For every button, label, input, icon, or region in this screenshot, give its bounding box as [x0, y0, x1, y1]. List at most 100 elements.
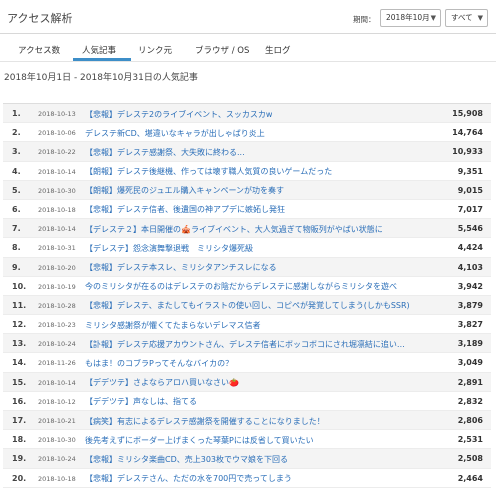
view-count: 3,827 [457, 320, 483, 330]
article-link[interactable]: ミリシタ感謝祭が懼くてたまらないデレマス信者 [85, 320, 261, 331]
view-count: 2,508 [457, 454, 483, 464]
table-row: 19. 2018-10-24 【悲報】ミリシタ楽曲CD、売上303枚でウマ娘を下回る… [3, 449, 491, 469]
view-count: 3,942 [457, 281, 483, 291]
tab-referrers[interactable]: リンク元 [138, 44, 172, 56]
article-date: 2018-10-14 [38, 167, 76, 176]
rank-number: 12. [12, 320, 27, 330]
rank-number: 11. [12, 300, 27, 310]
article-link[interactable]: 【朗報】爆死民のジュエル購入キャンペーンが功を奏す [85, 185, 284, 196]
view-select-value: すべて [451, 13, 473, 22]
rank-number: 9. [12, 262, 21, 272]
rank-number: 2. [12, 128, 21, 138]
month-select[interactable]: 2018年10月 ▼ [380, 9, 441, 27]
article-link[interactable]: 【悲報】デレステ感謝祭、大失敗に終わる... [85, 147, 245, 158]
period-label: 期間： [353, 15, 376, 24]
article-link[interactable]: 【デレステ】怨念演舞撃退戦 ミリシタ爆死級 [85, 243, 253, 254]
rank-number: 3. [12, 147, 21, 157]
table-row: 7. 2018-10-14 【デレステ２】本日開催の🎪ライブイベント、大人気過ぎて物… [3, 219, 491, 239]
tabs-divider [0, 61, 496, 62]
article-link[interactable]: 今のミリシタが在るのはデレステのお陰だからデレステに感謝しながらミリシタを遊べ [85, 281, 397, 292]
article-date: 2018-10-12 [38, 397, 76, 406]
table-row: 10. 2018-10-19 今のミリシタが在るのはデレステのお陰だからデレステに感… [3, 277, 491, 296]
tab-browser-os[interactable]: ブラウザ / OS [195, 44, 249, 56]
article-date: 2018-10-06 [38, 129, 76, 138]
table-row: 3. 2018-10-22 【悲報】デレステ感謝祭、大失敗に終わる... 10,933 [3, 142, 491, 162]
article-date: 2018-10-14 [38, 225, 76, 234]
article-date: 2018-10-30 [38, 436, 76, 445]
table-row: 20. 2018-10-18 【悲報】デレステさん、ただの水を700円で売ってしまう… [3, 469, 491, 488]
article-link[interactable]: 【悲報】デレステ、またしてもイラストの使い回し、コピペが発覚してしまう(しかもS… [85, 300, 410, 311]
table-row: 17. 2018-10-21 【病笑】有志によるデレステ感謝祭を開催することになりま… [3, 411, 491, 431]
article-link[interactable]: 【病笑】有志によるデレステ感謝祭を開催することになりました！ [85, 416, 325, 427]
article-date: 2018-10-21 [38, 417, 76, 425]
rank-number: 19. [12, 454, 27, 464]
rank-number: 13. [12, 339, 27, 349]
article-link[interactable]: 【訃報】デレステ応援アカウントさん、デレステ信者にボッコボコにされ堀凛結に追い込… [85, 339, 410, 350]
article-link[interactable]: 【デデツテ】さよならアロハ買いなさい🍅 [85, 377, 239, 388]
article-date: 2018-10-22 [38, 148, 76, 157]
table-row: 8. 2018-10-31 【デレステ】怨念演舞撃退戦 ミリシタ爆死級 4,424 [3, 238, 491, 258]
article-date: 2018-10-14 [38, 378, 76, 387]
article-link[interactable]: もはま！のコブラPってそんなバイカの？ [85, 358, 233, 369]
article-date: 2018-10-18 [38, 205, 76, 214]
article-link[interactable]: 【悲報】ミリシタ楽曲CD、売上303枚でウマ娘を下回る [85, 454, 288, 465]
view-select[interactable]: すべて ▼ [445, 9, 488, 27]
article-link[interactable]: 【悲報】デレステさん、ただの水を700円で売ってしまう [85, 473, 292, 484]
table-row: 4. 2018-10-14 【朗報】デレステ後継機、作っては壊す職人気質の良いゲーム… [3, 162, 491, 181]
rank-number: 8. [12, 243, 21, 253]
article-link[interactable]: 【悲報】デレステ信者、後遺国の神アプデに嫉妬し発狂 [85, 204, 285, 215]
view-count: 5,546 [457, 224, 483, 234]
page-title: アクセス解析 [7, 12, 73, 25]
article-link[interactable]: 【デデツテ】声なしは、指てる [85, 396, 197, 407]
article-date: 2018-10-24 [38, 340, 76, 349]
table-row: 2. 2018-10-06 デレステ新CD、堪違いなキャラが出しゃばり炎上 14,76… [3, 123, 491, 143]
table-row: 9. 2018-10-20 【悲報】デレステ本スレ、ミリシタアンチスレになる 4,10… [3, 257, 491, 277]
tab-popular-articles[interactable]: 人気記事 [82, 44, 116, 56]
view-count: 15,908 [452, 109, 483, 118]
article-date: 2018-10-13 [38, 110, 76, 118]
rank-number: 15. [12, 377, 27, 387]
article-link[interactable]: 【デレステ２】本日開催の🎪ライブイベント、大人気過ぎて物販列がやばい状態に [85, 224, 383, 235]
table-row: 14. 2018-11-26 もはま！のコブラPってそんなバイカの？ 3,049 [3, 353, 491, 373]
rank-number: 14. [12, 358, 27, 368]
table-row: 6. 2018-10-18 【悲報】デレステ信者、後遺国の神アプデに嫉妬し発狂 7,0… [3, 200, 491, 220]
article-link[interactable]: 【悲報】デレステ2のライブイベント、スッカスカw [85, 109, 272, 120]
view-count: 14,764 [452, 128, 483, 138]
month-select-value: 2018年10月 [386, 13, 430, 22]
view-count: 9,351 [457, 166, 483, 176]
article-link[interactable]: 後先考えずにボーダー上げまくった琴葉Pには反省して買いたい [85, 435, 314, 446]
rank-number: 17. [12, 416, 27, 425]
article-date: 2018-10-20 [38, 263, 76, 272]
view-count: 3,049 [457, 358, 483, 368]
article-link[interactable]: 【朗報】デレステ後継機、作っては壊す職人気質の良いゲームだった [85, 166, 332, 177]
article-date: 2018-10-19 [38, 282, 76, 291]
article-link[interactable]: 【悲報】デレステ本スレ、ミリシタアンチスレになる [85, 262, 277, 273]
view-count: 2,464 [457, 473, 483, 483]
view-count: 3,189 [457, 339, 483, 349]
tab-access-count[interactable]: アクセス数 [18, 44, 60, 56]
tab-raw-log[interactable]: 生ログ [265, 44, 291, 56]
view-count: 2,806 [457, 416, 483, 425]
article-date: 2018-11-26 [38, 359, 76, 368]
table-row: 16. 2018-10-12 【デデツテ】声なしは、指てる 2,832 [3, 392, 491, 411]
article-date: 2018-10-18 [38, 474, 76, 483]
popular-articles-table: 1. 2018-10-13 【悲報】デレステ2のライブイベント、スッカスカw 15,9… [3, 103, 491, 488]
date-range-heading: 2018年10月1日 - 2018年10月31日の人気記事 [4, 73, 198, 83]
view-count: 4,103 [457, 262, 483, 272]
view-count: 7,017 [457, 204, 483, 214]
rank-number: 18. [12, 435, 27, 445]
table-row: 11. 2018-10-28 【悲報】デレステ、またしてもイラストの使い回し、コピペ… [3, 295, 491, 316]
view-count: 3,879 [457, 300, 483, 310]
table-row: 12. 2018-10-23 ミリシタ感謝祭が懼くてたまらないデレマス信者 3,827 [3, 315, 491, 335]
chevron-down-icon: ▼ [477, 14, 483, 22]
page-header: アクセス解析 期間： 2018年10月 ▼ すべて ▼ [0, 0, 496, 34]
article-date: 2018-10-24 [38, 455, 76, 464]
table-row: 13. 2018-10-24 【訃報】デレステ応援アカウントさん、デレステ信者にボッ… [3, 334, 491, 354]
chevron-down-icon: ▼ [430, 14, 436, 22]
article-date: 2018-10-23 [38, 321, 76, 330]
rank-number: 20. [12, 473, 27, 483]
view-count: 4,424 [457, 243, 483, 253]
table-row: 5. 2018-10-30 【朗報】爆死民のジュエル購入キャンペーンが功を奏す 9,0… [3, 180, 491, 200]
article-date: 2018-10-31 [38, 244, 76, 253]
article-link[interactable]: デレステ新CD、堪違いなキャラが出しゃばり炎上 [85, 128, 265, 139]
